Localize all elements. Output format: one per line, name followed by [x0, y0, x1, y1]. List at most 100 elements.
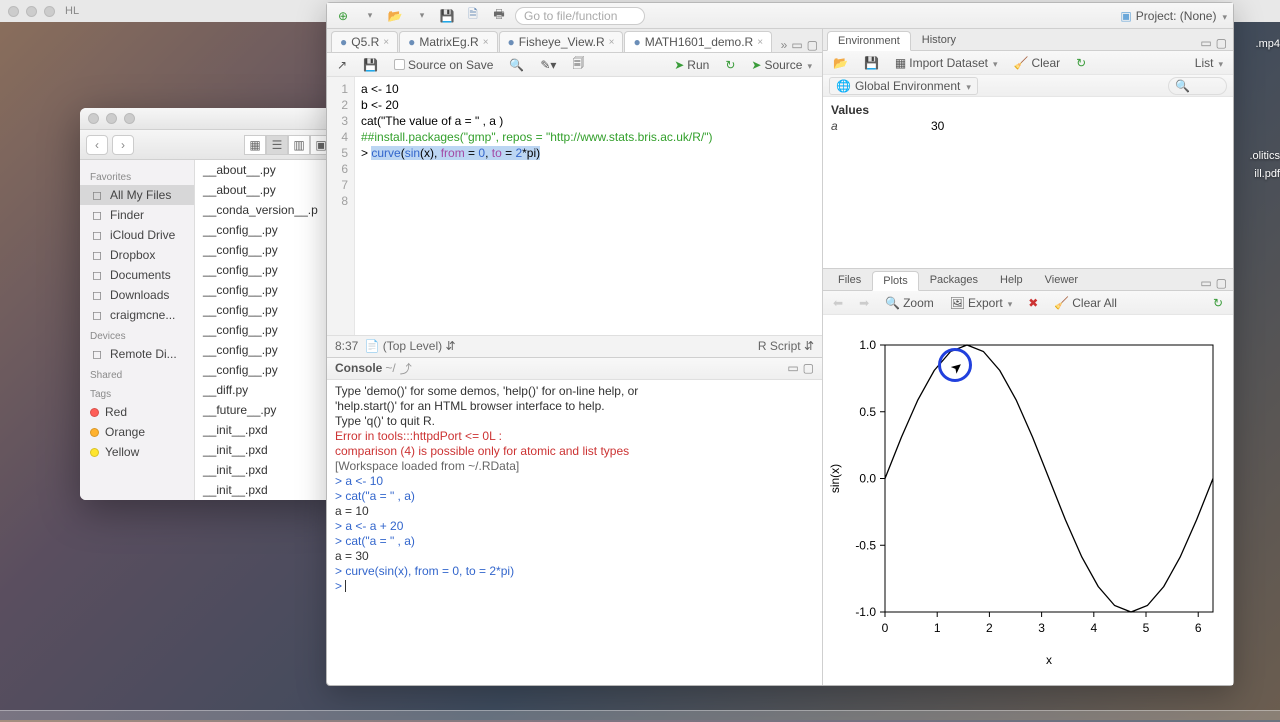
- minimize-pane-button[interactable]: ▭: [791, 38, 802, 52]
- maximize-pane-button[interactable]: ▢: [807, 38, 818, 52]
- env-search-input[interactable]: 🔍: [1168, 77, 1227, 95]
- sidebar-item[interactable]: ◻Documents: [80, 265, 194, 285]
- tab-packages[interactable]: Packages: [919, 270, 989, 290]
- file-row[interactable]: __config__.py: [195, 240, 338, 260]
- file-row[interactable]: __init__.pxd: [195, 420, 338, 440]
- tab-viewer[interactable]: Viewer: [1034, 270, 1089, 290]
- tab-plots[interactable]: Plots: [872, 271, 918, 291]
- remove-plot-button[interactable]: ✖: [1024, 294, 1042, 312]
- console-path-icon[interactable]: ⤴: [400, 360, 412, 377]
- save-button[interactable]: 💾: [359, 56, 382, 74]
- sidebar-item[interactable]: ◻Dropbox: [80, 245, 194, 265]
- find-button[interactable]: 🔍: [505, 56, 528, 74]
- next-plot-button[interactable]: ➡: [855, 294, 873, 312]
- file-row[interactable]: __config__.py: [195, 280, 338, 300]
- minimize-dot[interactable]: [106, 113, 117, 124]
- finder-titlebar[interactable]: [80, 108, 338, 130]
- file-row[interactable]: __config__.py: [195, 320, 338, 340]
- file-row[interactable]: __config__.py: [195, 260, 338, 280]
- file-row[interactable]: __config__.py: [195, 220, 338, 240]
- run-button[interactable]: ➤ Run: [670, 56, 713, 74]
- tab-help[interactable]: Help: [989, 270, 1034, 290]
- code-editor[interactable]: 12345678 a <- 10b <- 20cat("The value of…: [327, 77, 822, 335]
- column-view-button[interactable]: ▥: [288, 135, 310, 155]
- minimize-pane-button[interactable]: ▭: [787, 361, 798, 375]
- compile-report-button[interactable]: 🗐: [568, 52, 588, 77]
- maximize-pane-button[interactable]: ▢: [1216, 36, 1227, 50]
- open-file-button[interactable]: 📂: [385, 7, 405, 25]
- source-tab[interactable]: ●MATH1601_demo.R×: [624, 31, 772, 52]
- dock[interactable]: [0, 710, 1280, 722]
- refresh-env-button[interactable]: ↻: [1072, 54, 1090, 72]
- console-output[interactable]: Type 'demo()' for some demos, 'help()' f…: [327, 380, 822, 686]
- save-button[interactable]: 💾: [437, 7, 457, 25]
- project-menu[interactable]: ▣ Project: (None): [1120, 9, 1227, 23]
- forward-button[interactable]: ›: [112, 135, 134, 155]
- file-row[interactable]: __init__.pxd: [195, 480, 338, 500]
- list-view-button[interactable]: ☰: [266, 135, 288, 155]
- clear-all-plots-button[interactable]: 🧹 Clear All: [1050, 294, 1121, 312]
- file-row[interactable]: __about__.py: [195, 180, 338, 200]
- minimize-pane-button[interactable]: ▭: [1200, 276, 1211, 290]
- save-all-button[interactable]: 🗎: [463, 7, 483, 25]
- close-dot[interactable]: [8, 6, 19, 17]
- goto-file-input[interactable]: Go to file/function: [515, 7, 645, 25]
- file-row[interactable]: __about__.py: [195, 160, 338, 180]
- source-tab[interactable]: ●Q5.R×: [331, 31, 398, 52]
- file-row[interactable]: __config__.py: [195, 340, 338, 360]
- close-dot[interactable]: [88, 113, 99, 124]
- refresh-plot-button[interactable]: ↻: [1209, 294, 1227, 312]
- zoom-dot[interactable]: [124, 113, 135, 124]
- clear-env-button[interactable]: 🧹 Clear: [1009, 54, 1064, 72]
- import-dataset-button[interactable]: ▦ Import Dataset: [891, 54, 1002, 72]
- language-indicator[interactable]: R Script ⇵: [758, 339, 814, 353]
- minimize-pane-button[interactable]: ▭: [1200, 36, 1211, 50]
- tab-environment[interactable]: Environment: [827, 31, 911, 51]
- scope-chip[interactable]: 📄 (Top Level) ⇵: [364, 339, 455, 353]
- minimize-dot[interactable]: [26, 6, 37, 17]
- print-button[interactable]: 🖶: [489, 7, 509, 25]
- zoom-dot[interactable]: [44, 6, 55, 17]
- rerun-button[interactable]: ↻: [721, 56, 739, 74]
- new-file-menu[interactable]: [359, 7, 379, 25]
- finder-file-list[interactable]: __about__.py__about__.py__conda_version_…: [195, 160, 338, 500]
- close-tab-icon[interactable]: ×: [383, 37, 389, 48]
- source-on-save-toggle[interactable]: Source on Save: [390, 56, 497, 74]
- sidebar-item[interactable]: Orange: [80, 422, 194, 442]
- close-tab-icon[interactable]: ×: [757, 37, 763, 48]
- source-button[interactable]: ➤ Source: [747, 56, 816, 74]
- code-lines[interactable]: a <- 10b <- 20cat("The value of a = " , …: [355, 77, 719, 335]
- tab-history[interactable]: History: [911, 30, 967, 50]
- maximize-pane-button[interactable]: ▢: [803, 361, 814, 375]
- export-plot-button[interactable]: 🖼 Export: [946, 294, 1016, 312]
- close-tab-icon[interactable]: ×: [609, 37, 615, 48]
- file-row[interactable]: __conda_version__.p: [195, 200, 338, 220]
- desktop-file[interactable]: .mp4: [1256, 38, 1280, 50]
- env-view-mode[interactable]: List: [1191, 54, 1227, 72]
- env-scope-select[interactable]: 🌐 Global Environment: [829, 77, 978, 95]
- zoom-plot-button[interactable]: 🔍 Zoom: [881, 294, 938, 312]
- sidebar-item[interactable]: ◻craigmcne...: [80, 305, 194, 325]
- icon-view-button[interactable]: ▦: [244, 135, 266, 155]
- sidebar-item[interactable]: ◻Finder: [80, 205, 194, 225]
- wand-button[interactable]: ✎▾: [536, 56, 560, 74]
- sidebar-item[interactable]: ◻Remote Di...: [80, 344, 194, 364]
- tabs-overflow-button[interactable]: »: [781, 38, 788, 52]
- file-row[interactable]: __config__.py: [195, 300, 338, 320]
- file-row[interactable]: __future__.py: [195, 400, 338, 420]
- maximize-pane-button[interactable]: ▢: [1216, 276, 1227, 290]
- prev-plot-button[interactable]: ⬅: [829, 294, 847, 312]
- file-row[interactable]: __init__.pxd: [195, 440, 338, 460]
- load-workspace-button[interactable]: 📂: [829, 54, 852, 72]
- close-tab-icon[interactable]: ×: [483, 37, 489, 48]
- tab-files[interactable]: Files: [827, 270, 872, 290]
- env-row[interactable]: a 30: [831, 119, 1225, 133]
- file-row[interactable]: __config__.py: [195, 360, 338, 380]
- back-button[interactable]: ‹: [86, 135, 108, 155]
- new-file-button[interactable]: ⊕: [333, 7, 353, 25]
- source-tab[interactable]: ●Fisheye_View.R×: [499, 31, 624, 52]
- file-row[interactable]: __diff.py: [195, 380, 338, 400]
- sidebar-item[interactable]: ◻iCloud Drive: [80, 225, 194, 245]
- save-workspace-button[interactable]: 💾: [860, 54, 883, 72]
- recent-files-menu[interactable]: [411, 7, 431, 25]
